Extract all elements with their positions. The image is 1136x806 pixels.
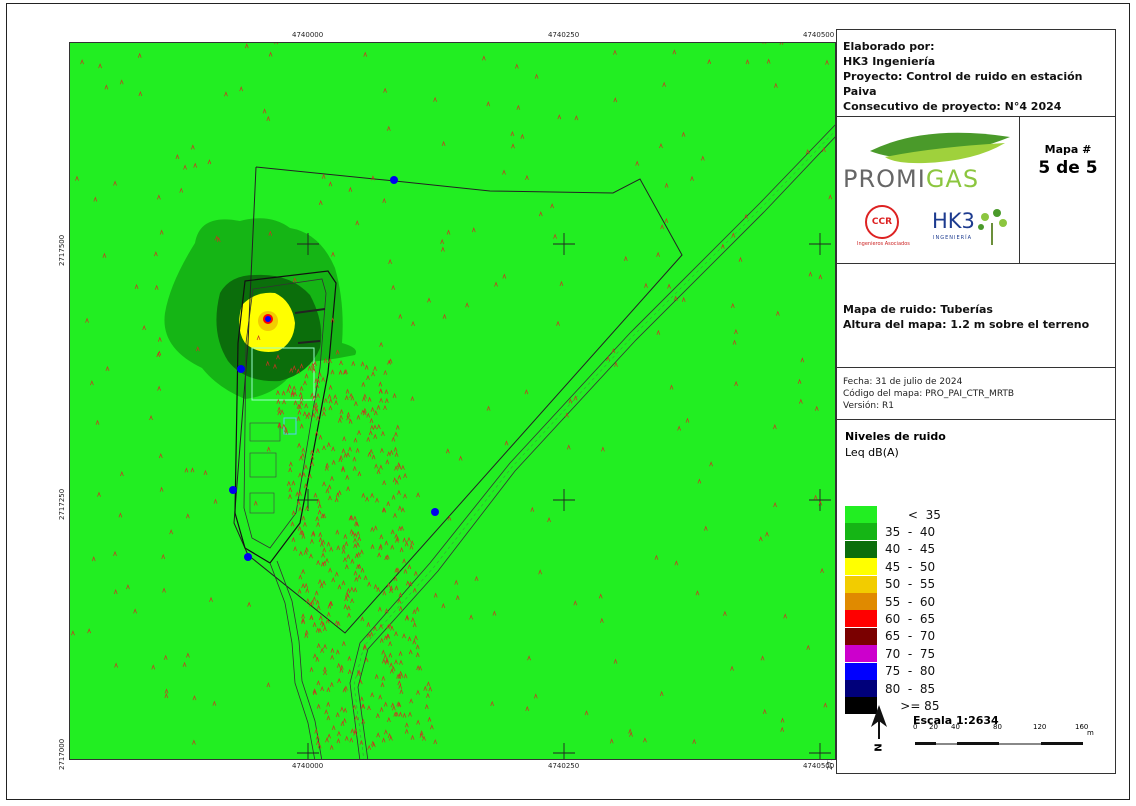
scale-tick: 80 bbox=[993, 723, 1002, 731]
tree-icon bbox=[978, 209, 1007, 245]
x-top-tick-1: 4740000 bbox=[292, 31, 324, 39]
legend-swatch bbox=[845, 680, 877, 697]
legend-item: < 35 bbox=[845, 506, 965, 523]
legend-swatch bbox=[845, 540, 877, 558]
receiver-point bbox=[431, 508, 439, 516]
legend-swatch bbox=[845, 610, 877, 628]
receiver-point bbox=[244, 553, 252, 561]
legend-item: 70 - 75 bbox=[845, 645, 965, 663]
legend-label: 75 - 80 bbox=[885, 664, 936, 679]
promigas-text-left: PROMI bbox=[843, 165, 926, 193]
map-type: Mapa de ruido: Tuberías bbox=[843, 303, 993, 316]
promigas-leaf-icon bbox=[870, 132, 1010, 164]
receiver-point bbox=[237, 365, 245, 373]
legend-label: >= 85 bbox=[885, 698, 940, 713]
legend-item: 50 - 55 bbox=[845, 575, 965, 593]
legend-item: 65 - 70 bbox=[845, 627, 965, 645]
map-number-label: Mapa # bbox=[1044, 143, 1092, 156]
promigas-text-right: GAS bbox=[925, 165, 980, 193]
legend-title: Niveles de ruido bbox=[845, 430, 946, 443]
legend-item: 55 - 60 bbox=[845, 593, 965, 610]
legend-label: 35 - 40 bbox=[885, 524, 936, 539]
author-section: Elaborado por: HK3 Ingeniería Proyecto: … bbox=[837, 30, 1115, 117]
scale-tick: 0 bbox=[913, 723, 918, 731]
project-name: Proyecto: Control de ruido en estación P… bbox=[843, 70, 1083, 98]
legend-label: 50 - 55 bbox=[885, 577, 936, 592]
y-left-tick-1: 2717500 bbox=[58, 234, 66, 266]
noise-map[interactable] bbox=[69, 42, 836, 760]
legend-swatch bbox=[845, 558, 877, 576]
promigas-logo: PROMIGAS bbox=[843, 165, 979, 193]
map-date: Fecha: 31 de julio de 2024 bbox=[843, 377, 963, 387]
legend-item: >= 85 bbox=[845, 697, 965, 715]
legend-item: 40 - 45 bbox=[845, 540, 965, 558]
x-bottom-tick-2: 4740250 bbox=[548, 762, 580, 770]
scale-tick: 40 bbox=[951, 723, 960, 731]
x-bottom-tick-1: 4740000 bbox=[292, 762, 324, 770]
legend-label: 40 - 45 bbox=[885, 542, 936, 557]
noise-map-canvas bbox=[70, 43, 835, 759]
scale-ticks: 0 20 40 80 120 160 m bbox=[913, 723, 1103, 737]
x-top-tick-3: 4740500 bbox=[803, 31, 835, 39]
legend-label: 70 - 75 bbox=[885, 646, 936, 661]
ccr-caption: Ingenieros Asociados bbox=[857, 241, 910, 247]
legend-label: < 35 bbox=[885, 507, 941, 522]
legend-swatch bbox=[845, 645, 877, 663]
map-height: Altura del mapa: 1.2 m sobre el terreno bbox=[843, 318, 1090, 331]
contour-75-80 bbox=[265, 316, 271, 322]
legend-label: 55 - 60 bbox=[885, 594, 936, 609]
legend-item: 45 - 50 bbox=[845, 558, 965, 576]
scale-unit: m bbox=[1087, 729, 1094, 737]
hk3-caption: INGENIERÍA bbox=[933, 235, 972, 241]
map-number-value: 5 de 5 bbox=[1038, 158, 1098, 178]
legend-label: 80 - 85 bbox=[885, 681, 936, 696]
ccr-logo: CCR bbox=[865, 205, 899, 239]
legend-swatch bbox=[845, 523, 877, 541]
legend-item: 60 - 65 bbox=[845, 610, 965, 628]
legend-item: 80 - 85 bbox=[845, 680, 965, 697]
legend-section: Niveles de ruido Leq dB(A) < 35 35 - 40 40… bbox=[837, 420, 1115, 774]
legend-swatch bbox=[845, 593, 877, 610]
receiver-point bbox=[229, 486, 237, 494]
scale-bar bbox=[915, 742, 1083, 745]
legend-swatch bbox=[845, 627, 877, 645]
north-label: N bbox=[871, 743, 883, 752]
info-panel: Elaborado por: HK3 Ingeniería Proyecto: … bbox=[836, 29, 1116, 774]
description-section: Mapa de ruido: Tuberías Altura del mapa:… bbox=[837, 264, 1115, 368]
logos-box: PROMIGAS CCR Ingenieros Asociados HK3 IN… bbox=[837, 117, 1020, 263]
legend-subtitle: Leq dB(A) bbox=[845, 446, 899, 459]
map-number-box: Mapa # 5 de 5 bbox=[1020, 143, 1116, 178]
hk3-logo: HK3 bbox=[932, 209, 975, 233]
scale-tick: 20 bbox=[929, 723, 938, 731]
logos-section: PROMIGAS CCR Ingenieros Asociados HK3 IN… bbox=[837, 117, 1115, 264]
elaborado-label: Elaborado por: bbox=[843, 40, 935, 53]
legend-label: 65 - 70 bbox=[885, 629, 936, 644]
receiver-point bbox=[390, 176, 398, 184]
map-code: Código del mapa: PRO_PAI_CTR_MRTB bbox=[843, 389, 1015, 399]
legend-swatch bbox=[845, 506, 877, 523]
y-left-tick-2: 2717250 bbox=[58, 488, 66, 520]
scale-tick: 120 bbox=[1033, 723, 1047, 731]
project-consecutive: Consecutivo de proyecto: N°4 2024 bbox=[843, 100, 1062, 113]
legend-item: 75 - 80 bbox=[845, 662, 965, 680]
x-top-tick-2: 4740250 bbox=[548, 31, 580, 39]
y-left-tick-3: 2717000 bbox=[58, 738, 66, 770]
legend-item: 35 - 40 bbox=[845, 523, 965, 541]
legend-label: 45 - 50 bbox=[885, 559, 936, 574]
company-name: HK3 Ingeniería bbox=[843, 55, 936, 68]
noise-bg-below-35 bbox=[70, 43, 835, 759]
legend-swatch bbox=[845, 662, 877, 680]
map-version: Versión: R1 bbox=[843, 401, 894, 411]
legend-label: 60 - 65 bbox=[885, 611, 936, 626]
metadata-section: Fecha: 31 de julio de 2024 Código del ma… bbox=[837, 368, 1115, 420]
legend-swatch bbox=[845, 575, 877, 593]
